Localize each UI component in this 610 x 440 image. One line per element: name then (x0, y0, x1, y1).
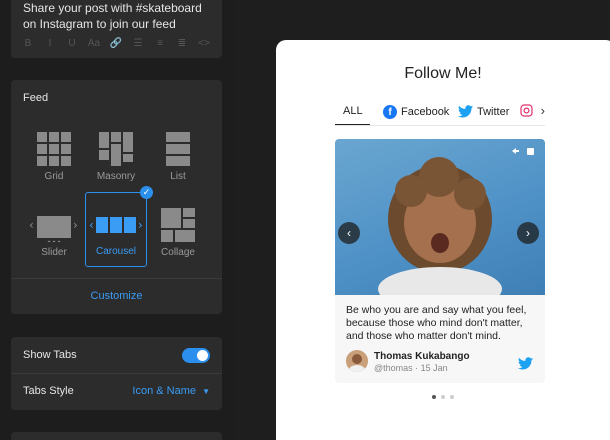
post-author[interactable]: Thomas Kukabango (374, 351, 470, 362)
collage-layout-icon (161, 208, 195, 242)
align-button[interactable]: ≣ (175, 38, 189, 49)
layout-grid-option[interactable]: Grid (23, 124, 85, 184)
carousel-next-arrow-icon[interactable]: › (517, 222, 539, 244)
facebook-icon: f (383, 105, 397, 119)
source-tabs: ALL f Facebook Twitter › (335, 100, 545, 126)
tabs-next-arrow-icon[interactable]: › (541, 103, 545, 118)
customize-link[interactable]: Customize (11, 290, 222, 302)
layout-list-option[interactable]: List (147, 124, 209, 184)
carousel-prev-arrow-icon[interactable]: ‹ (338, 222, 360, 244)
post-meta: @thomas · 15 Jan (374, 363, 448, 373)
masonry-layout-icon (99, 132, 133, 166)
tab-facebook[interactable]: f Facebook (383, 105, 449, 119)
caret-down-icon: ▼ (202, 387, 210, 396)
layout-masonry-label: Masonry (96, 171, 136, 182)
layout-collage-label: Collage (161, 247, 195, 258)
layout-slider-option[interactable]: ‹ › Slider (23, 200, 85, 260)
tab-twitter[interactable]: Twitter (458, 105, 509, 118)
carousel-pagination (276, 395, 610, 399)
tab-all[interactable]: ALL (343, 105, 363, 117)
twitter-icon (458, 105, 473, 118)
slider-layout-icon: ‹ › (29, 216, 78, 242)
list-layout-icon (166, 132, 190, 166)
layout-masonry-option[interactable]: Masonry (85, 124, 147, 184)
avatar (346, 350, 368, 372)
widget-title: Follow Me! (404, 65, 482, 82)
layout-carousel-label: Carousel (95, 246, 137, 257)
layout-slider-label: Slider (41, 247, 67, 258)
tab-baseline (335, 125, 545, 126)
tabs-style-select[interactable]: Icon & Name ▼ (132, 385, 210, 397)
layout-carousel-option[interactable]: ‹ › Carousel ✓ (85, 186, 153, 267)
svg-text:›: › (138, 218, 143, 232)
next-section (11, 432, 222, 440)
twitter-icon (518, 357, 533, 370)
svg-text:‹: ‹ (89, 218, 94, 232)
post-photo[interactable]: ‹ › (335, 139, 545, 295)
tabs-style-label: Tabs Style (23, 385, 74, 397)
feed-title: Feed (23, 92, 49, 104)
carousel-dot[interactable] (441, 395, 445, 399)
font-size-button[interactable]: Aa (87, 38, 101, 49)
show-tabs-toggle[interactable] (182, 348, 210, 363)
editor-text[interactable]: Share your post with #skateboard on Inst… (23, 0, 213, 32)
underline-button[interactable]: U (65, 38, 79, 49)
post-caption: Be who you are and say what you feel, be… (346, 304, 527, 342)
carousel-layout-icon: ‹ › (89, 217, 143, 233)
numbered-list-button[interactable]: ≡ (153, 38, 167, 49)
bold-button[interactable]: B (21, 38, 35, 49)
grid-layout-icon (37, 132, 71, 166)
tab-instagram[interactable] (520, 104, 533, 117)
svg-text:‹: ‹ (29, 218, 34, 232)
post-image (378, 148, 534, 295)
svg-text:›: › (73, 218, 78, 232)
tabs-settings-section: Show Tabs Tabs Style Icon & Name ▼ (11, 337, 222, 410)
bullet-list-button[interactable]: ☰ (131, 38, 145, 49)
feed-section: Feed Grid Masonry List ‹ › Slider ‹ › Ca… (11, 80, 222, 314)
settings-panel: Share your post with #skateboard on Inst… (0, 0, 234, 440)
tab-all-label: ALL (343, 105, 363, 117)
instagram-icon (520, 104, 533, 117)
carousel-dot[interactable] (450, 395, 454, 399)
layout-list-label: List (170, 171, 186, 182)
divider (11, 373, 222, 374)
show-tabs-label: Show Tabs (23, 349, 77, 361)
widget-preview: Follow Me! ALL f Facebook Twitter › ‹ › … (276, 40, 610, 440)
editor-toolbar: B I U Aa 🔗 ☰ ≡ ≣ <> (21, 38, 211, 49)
italic-button[interactable]: I (43, 38, 57, 49)
link-button[interactable]: 🔗 (109, 38, 123, 49)
layout-grid-label: Grid (44, 171, 64, 182)
selected-check-icon: ✓ (140, 186, 153, 199)
carousel-dot[interactable] (432, 395, 436, 399)
post-text-editor[interactable]: Share your post with #skateboard on Inst… (11, 0, 222, 58)
layout-collage-option[interactable]: Collage (147, 200, 209, 260)
tab-twitter-label: Twitter (477, 105, 510, 118)
post-card[interactable]: ‹ › Be who you are and say what you feel… (335, 139, 545, 383)
tab-facebook-label: Facebook (401, 106, 450, 118)
divider (11, 278, 222, 279)
tabs-style-value: Icon & Name (132, 385, 197, 397)
code-button[interactable]: <> (197, 38, 211, 49)
